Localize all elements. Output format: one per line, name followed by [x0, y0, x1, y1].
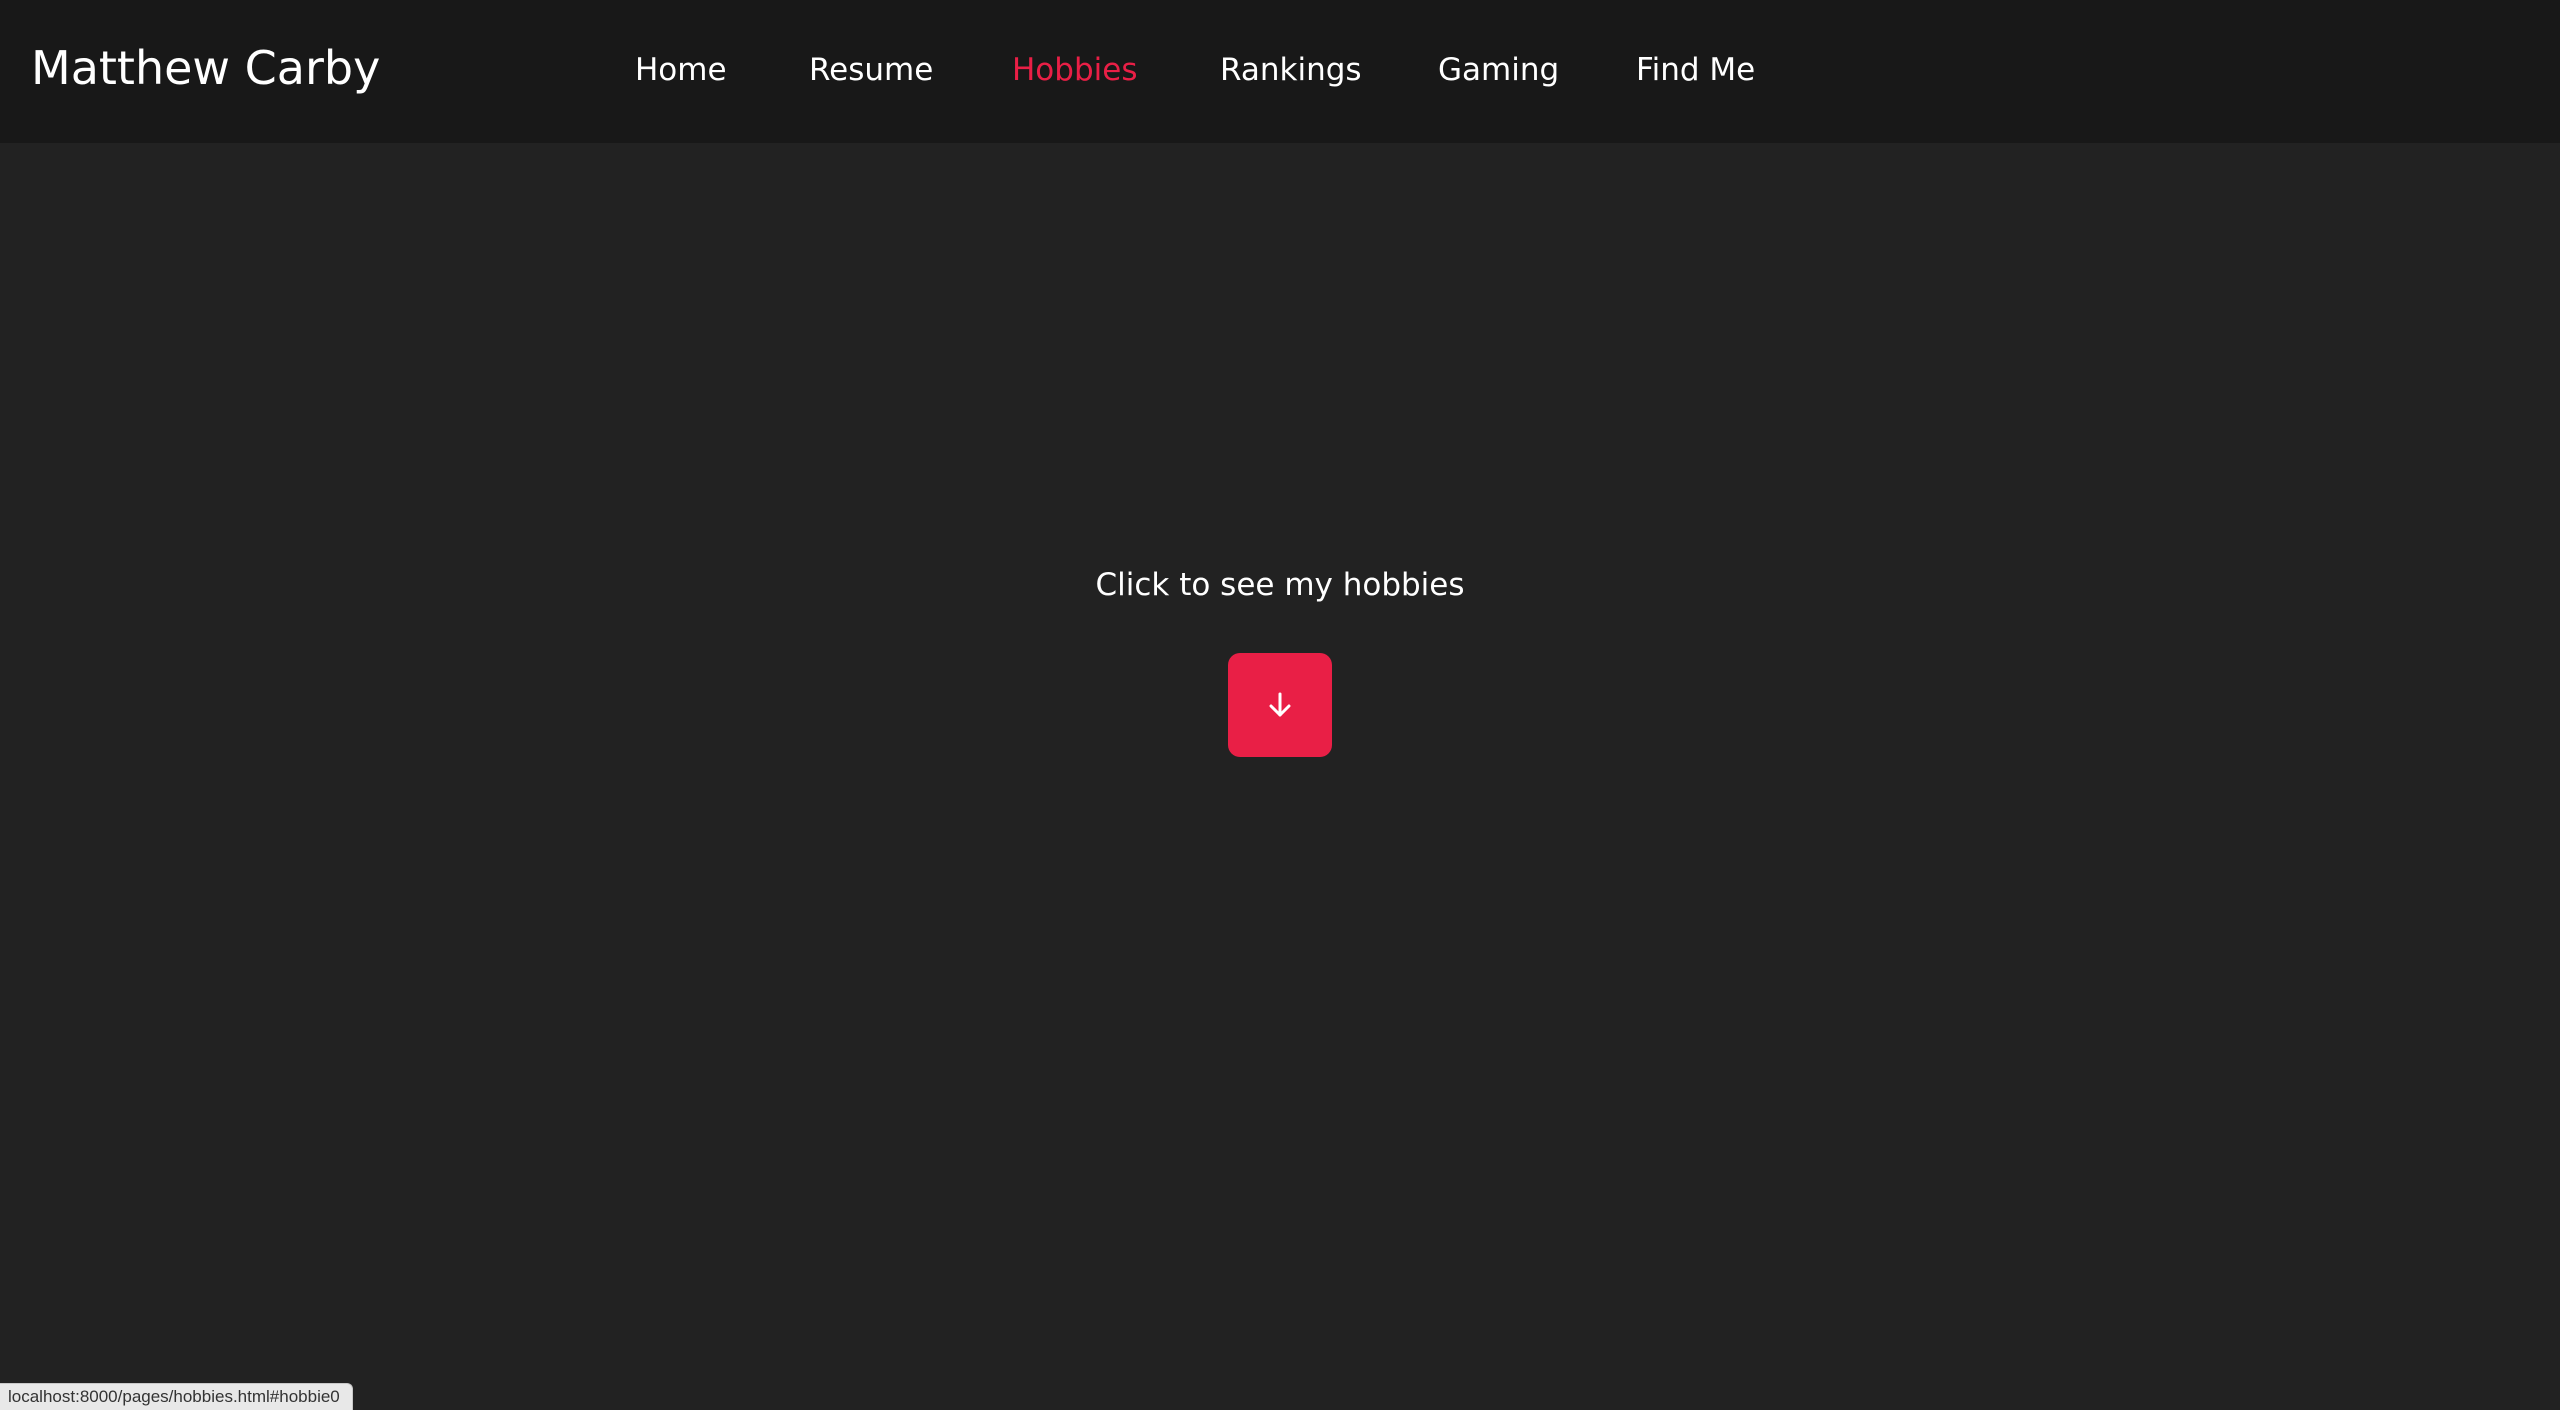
- nav-item-resume[interactable]: Resume: [809, 48, 933, 92]
- arrow-down-icon: [1269, 692, 1291, 717]
- show-hobbies-button[interactable]: [1228, 653, 1332, 757]
- nav-item-home[interactable]: Home: [635, 48, 727, 92]
- nav-item-rankings[interactable]: Rankings: [1220, 48, 1362, 92]
- nav-item-gaming[interactable]: Gaming: [1438, 48, 1559, 92]
- nav-item-hobbies[interactable]: Hobbies: [1012, 48, 1137, 92]
- nav-item-find-me[interactable]: Find Me: [1636, 48, 1755, 92]
- hobbies-prompt-text: Click to see my hobbies: [1095, 567, 1465, 603]
- browser-status-url: localhost:8000/pages/hobbies.html#hobbie…: [0, 1383, 353, 1410]
- site-title[interactable]: Matthew Carby: [31, 40, 380, 96]
- top-navigation-bar: Matthew Carby Home Resume Hobbies Rankin…: [0, 0, 2560, 143]
